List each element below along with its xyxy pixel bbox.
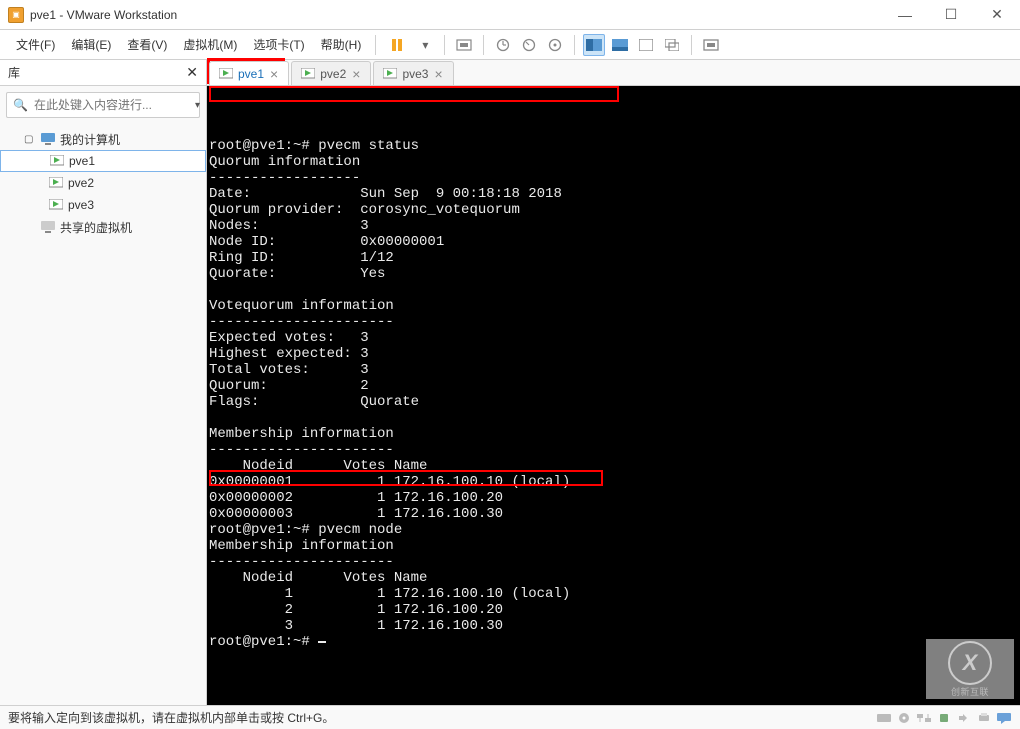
window-titlebar: ▣ pve1 - VMware Workstation — ☐ ✕ — [0, 0, 1020, 30]
view-console-icon[interactable] — [583, 34, 605, 56]
statusbar: 要将输入定向到该虚拟机，请在虚拟机内部单击或按 Ctrl+G。 — [0, 705, 1020, 729]
computer-icon — [40, 131, 56, 147]
console-output: root@pve1:~# pvecm status Quorum informa… — [207, 138, 1020, 650]
snapshot-revert-icon[interactable] — [518, 34, 540, 56]
vm-icon — [49, 153, 65, 169]
tab-bar: pve1 × pve2 × pve3 × — [207, 60, 1020, 86]
view-thumbnail-icon[interactable] — [609, 34, 631, 56]
vm-icon — [218, 66, 234, 82]
menu-view[interactable]: 查看(V) — [121, 32, 173, 57]
cursor — [318, 641, 326, 643]
message-icon[interactable] — [996, 710, 1012, 726]
vm-icon — [382, 66, 398, 82]
vm-icon — [300, 66, 316, 82]
library-sidebar: 库 ✕ 🔍 ▾ ▢ 我的计算机 pve1 pve2 pve — [0, 60, 207, 705]
menu-tabs[interactable]: 选项卡(T) — [247, 32, 310, 57]
menu-help[interactable]: 帮助(H) — [315, 32, 368, 57]
dropdown-icon[interactable]: ▾ — [414, 34, 436, 56]
content-area: pve1 × pve2 × pve3 × root@pve1:~# pvecm … — [207, 60, 1020, 705]
tab-pve3[interactable]: pve3 × — [373, 61, 453, 85]
library-title: 库 — [8, 64, 20, 81]
tab-close-icon[interactable]: × — [268, 66, 280, 82]
search-input[interactable] — [34, 98, 189, 112]
stretch-icon[interactable] — [700, 34, 722, 56]
printer-icon[interactable] — [976, 710, 992, 726]
tab-label: pve3 — [402, 67, 428, 81]
tree-vm-pve1[interactable]: pve1 — [0, 150, 206, 172]
vm-icon — [48, 197, 64, 213]
library-close-icon[interactable]: ✕ — [186, 64, 198, 81]
tree-label: pve3 — [68, 198, 94, 212]
snapshot-manager-icon[interactable] — [544, 34, 566, 56]
tab-pve1[interactable]: pve1 × — [209, 61, 289, 85]
usb-icon[interactable] — [936, 710, 952, 726]
tree-vm-pve3[interactable]: pve3 — [0, 194, 206, 216]
window-title: pve1 - VMware Workstation — [30, 8, 177, 22]
snapshot-take-icon[interactable] — [492, 34, 514, 56]
pause-button[interactable] — [384, 34, 410, 56]
tree-label: 共享的虚拟机 — [60, 219, 132, 236]
status-text: 要将输入定向到该虚拟机，请在虚拟机内部单击或按 Ctrl+G。 — [8, 709, 334, 726]
network-icon[interactable] — [916, 710, 932, 726]
tree-vm-pve2[interactable]: pve2 — [0, 172, 206, 194]
tree-label: 我的计算机 — [60, 131, 120, 148]
menu-edit[interactable]: 编辑(E) — [65, 32, 117, 57]
sound-icon[interactable] — [956, 710, 972, 726]
tree-shared-vms[interactable]: 共享的虚拟机 — [0, 216, 206, 238]
minimize-button[interactable]: — — [882, 0, 928, 29]
maximize-button[interactable]: ☐ — [928, 0, 974, 29]
send-ctrl-alt-del-icon[interactable] — [453, 34, 475, 56]
app-icon: ▣ — [8, 7, 24, 23]
tree-my-computer[interactable]: ▢ 我的计算机 — [0, 128, 206, 150]
status-device-icons — [876, 710, 1012, 726]
search-dropdown-icon[interactable]: ▾ — [195, 100, 200, 111]
menu-file[interactable]: 文件(F) — [10, 32, 61, 57]
tab-pve2[interactable]: pve2 × — [291, 61, 371, 85]
menu-vm[interactable]: 虚拟机(M) — [177, 32, 243, 57]
shared-icon — [40, 219, 56, 235]
hdd-icon[interactable] — [876, 710, 892, 726]
library-tree: ▢ 我的计算机 pve1 pve2 pve3 共享的虚拟机 — [0, 124, 206, 705]
close-button[interactable]: ✕ — [974, 0, 1020, 29]
tab-close-icon[interactable]: × — [432, 66, 444, 82]
tree-label: pve2 — [68, 176, 94, 190]
fullscreen-icon[interactable] — [635, 34, 657, 56]
vm-console[interactable]: root@pve1:~# pvecm status Quorum informa… — [207, 86, 1020, 705]
search-box[interactable]: 🔍 ▾ — [6, 92, 200, 118]
tab-label: pve1 — [238, 67, 264, 81]
tab-close-icon[interactable]: × — [350, 66, 362, 82]
tree-label: pve1 — [69, 154, 95, 168]
cd-icon[interactable] — [896, 710, 912, 726]
tab-label: pve2 — [320, 67, 346, 81]
vm-icon — [48, 175, 64, 191]
search-icon: 🔍 — [13, 98, 28, 112]
expander-icon[interactable]: ▢ — [24, 134, 36, 145]
menubar: 文件(F) 编辑(E) 查看(V) 虚拟机(M) 选项卡(T) 帮助(H) ▾ — [0, 30, 1020, 60]
unity-icon[interactable] — [661, 34, 683, 56]
highlight-command-1 — [209, 86, 619, 102]
